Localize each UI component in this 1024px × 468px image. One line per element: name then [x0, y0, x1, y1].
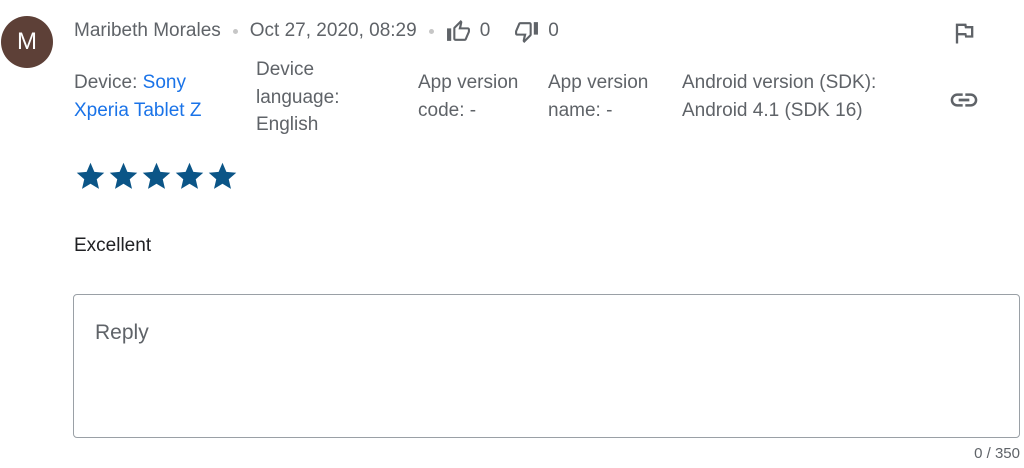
thumbs-up-button[interactable]: 0	[446, 19, 491, 44]
avatar-initial: M	[17, 28, 37, 55]
version-code-info: App version code: -	[418, 69, 536, 124]
author-name: Maribeth Morales	[74, 20, 221, 41]
star-rating	[74, 160, 239, 193]
android-version-label: Android version (SDK):	[682, 72, 877, 93]
language-value: English	[256, 114, 319, 135]
version-name-label: App version name:	[548, 72, 649, 121]
thumbs-down-count: 0	[548, 20, 559, 41]
star-icon	[76, 162, 105, 189]
separator-dot	[232, 28, 238, 34]
version-name-info: App version name: -	[548, 69, 666, 124]
language-info: Device language: English	[256, 56, 371, 139]
review-text: Excellent	[74, 235, 152, 256]
android-version-value: Android 4.1 (SDK 16)	[682, 99, 863, 121]
separator-dot	[428, 28, 434, 34]
language-label: Device language:	[256, 59, 340, 108]
star-icon	[109, 162, 138, 189]
thumbs-up-icon	[446, 19, 470, 41]
thumbs-down-icon	[515, 21, 539, 43]
star-icon	[175, 162, 204, 189]
star-icon	[208, 162, 237, 189]
version-code-label: App version code:	[418, 72, 519, 121]
thumbs-down-button[interactable]: 0	[514, 19, 559, 44]
character-counter: 0 / 350	[974, 445, 1020, 462]
android-version-info: Android version (SDK): Android 4.1 (SDK …	[682, 69, 897, 124]
review-meta: Maribeth Morales Oct 27, 2020, 08:29 0 0	[74, 17, 559, 45]
copy-link-button[interactable]	[946, 84, 982, 116]
device-info: Device: Sony Xperia Tablet Z	[74, 69, 234, 124]
reply-field[interactable]	[73, 294, 1020, 438]
star-icon	[142, 162, 171, 189]
version-name-value: -	[606, 99, 613, 121]
reply-input[interactable]	[74, 295, 1019, 437]
device-label: Device:	[74, 72, 138, 93]
review-timestamp: Oct 27, 2020, 08:29	[249, 20, 417, 41]
flag-icon	[955, 23, 974, 44]
version-code-value: -	[469, 99, 477, 121]
flag-button[interactable]	[948, 17, 980, 49]
avatar: M	[1, 16, 53, 68]
thumbs-up-count: 0	[479, 20, 491, 41]
link-icon	[950, 93, 978, 107]
